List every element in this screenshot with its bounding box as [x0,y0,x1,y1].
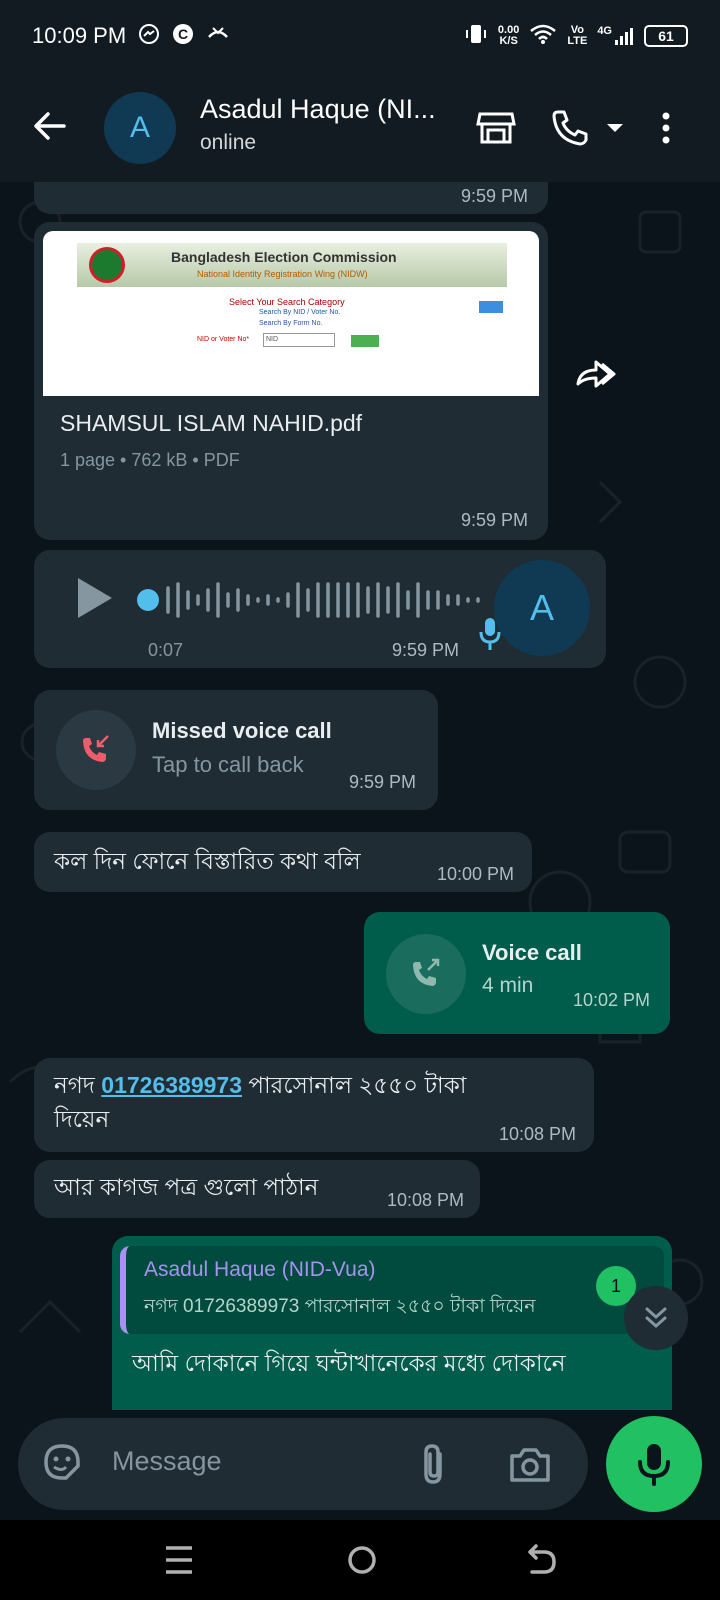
ec-logo-icon [89,247,125,283]
phone-icon[interactable] [548,106,592,150]
contact-avatar[interactable]: A [104,92,176,164]
mic-badge-icon [478,616,502,657]
message-text: কল দিন ফোনে বিস্তারিত কথা বলি [54,848,361,874]
message-bubble-incoming[interactable]: নগদ 01726389973 পারসোনাল ২৫৫০ টাকা দিয়েন… [34,1058,594,1152]
message-text: আর কাগজ পত্র গুলো পাঠান [54,1174,319,1200]
c-app-icon: C [172,23,194,50]
message-time: 10:00 PM [436,864,514,884]
message-time: 9:59 PM [348,772,416,792]
message-time: 10:08 PM [386,1190,464,1210]
message-text: আমি দোকানে গিয়ে ঘন্টাখানেকের মধ্যে দোকা… [132,1350,566,1376]
quoted-text: নগদ 01726389973 পারসোনাল ২৫৫০ টাকা দিয়ে… [144,1296,536,1317]
wifi-icon [529,23,557,50]
forward-icon[interactable] [572,350,620,398]
message-time: 10:08 PM [498,1124,576,1144]
message-text: নগদ 01726389973 পারসোনাল ২৫৫০ টাকা দিয়েন [54,1072,467,1132]
home-icon[interactable] [344,1542,380,1583]
camera-icon[interactable] [508,1442,552,1491]
volte-indicator: Vo LTE [567,24,588,47]
contact-name: Asadul Haque (NI... [200,94,436,124]
chat-area[interactable]: 9:59 PM Bangladesh Election Commission N… [0,182,720,1410]
document-meta: 1 page • 762 kB • PDF [60,450,240,470]
messenger-icon [138,23,160,50]
shop-icon[interactable] [474,106,518,150]
call-dropdown-icon[interactable] [604,106,626,150]
scroll-to-bottom-button[interactable] [624,1286,688,1350]
sticker-icon[interactable] [40,1440,84,1489]
back-arrow-icon[interactable] [28,104,72,148]
recent-apps-icon[interactable] [164,1542,194,1583]
signal-icon [615,28,633,45]
message-time: 10:02 PM [572,990,650,1010]
svg-text:C: C [178,26,188,42]
back-nav-icon[interactable] [524,1542,560,1583]
missed-call-message[interactable]: Missed voice call Tap to call back 9:59 … [34,690,438,810]
quoted-message[interactable]: Asadul Haque (NID-Vua) নগদ 01726389973 প… [120,1246,664,1334]
voice-call-duration: 4 min [482,974,534,997]
status-bar: 10:09 PM C 0.00 K/S Vo LTE 4G 61 [0,0,720,72]
voice-record-button[interactable] [606,1416,702,1512]
status-time: 10:09 PM [32,23,127,48]
voice-duration: 0:07 [148,640,184,660]
document-preview[interactable]: Bangladesh Election Commission National … [43,231,539,396]
battery-icon: 61 [644,25,688,47]
system-nav-bar [0,1520,720,1600]
quoted-sender: Asadul Haque (NID-Vua) [144,1258,376,1281]
microphone-icon [638,1444,670,1486]
waveform[interactable] [134,578,504,622]
voice-call-message[interactable]: Voice call 4 min 10:02 PM [364,912,670,1034]
voice-message[interactable]: 0:07 9:59 PM A [34,550,606,668]
message-time: 9:59 PM [392,640,460,660]
message-bubble-outgoing[interactable]: Asadul Haque (NID-Vua) নগদ 01726389973 প… [112,1236,672,1410]
compose-bar: Message [0,1410,720,1520]
message-bubble-incoming[interactable]: 9:59 PM [34,182,548,214]
phone-link[interactable]: 01726389973 [101,1072,242,1098]
chat-header: A Asadul Haque (NI... online [0,72,720,182]
contact-info[interactable]: Asadul Haque (NI... online [200,94,450,155]
signal-indicator: 4G [597,26,634,46]
net-speed: 0.00 K/S [497,24,520,47]
message-bubble-incoming[interactable]: কল দিন ফোনে বিস্তারিত কথা বলি 10:00 PM [34,832,532,892]
play-icon[interactable] [74,576,114,625]
message-time: 9:59 PM [460,510,528,530]
message-input[interactable]: Message [112,1446,222,1477]
outgoing-call-icon [386,934,466,1014]
message-input-container[interactable]: Message [18,1418,588,1510]
attach-icon[interactable] [416,1442,452,1491]
more-options-icon[interactable] [654,106,678,150]
voice-sender-avatar: A [494,560,590,656]
voice-call-title: Voice call [482,940,582,965]
message-bubble-incoming[interactable]: আর কাগজ পত্র গুলো পাঠান 10:08 PM [34,1160,480,1218]
missed-call-subtitle[interactable]: Tap to call back [152,752,304,778]
document-filename: SHAMSUL ISLAM NAHID.pdf [60,410,363,436]
vibrate-icon [464,22,488,51]
missed-call-icon [56,710,136,790]
contact-status: online [200,131,257,154]
missed-call-status-icon [206,23,230,50]
missed-call-title: Missed voice call [152,718,332,743]
message-time: 9:59 PM [460,186,528,206]
document-message[interactable]: Bangladesh Election Commission National … [34,222,548,540]
chevron-down-icon [645,1307,667,1329]
